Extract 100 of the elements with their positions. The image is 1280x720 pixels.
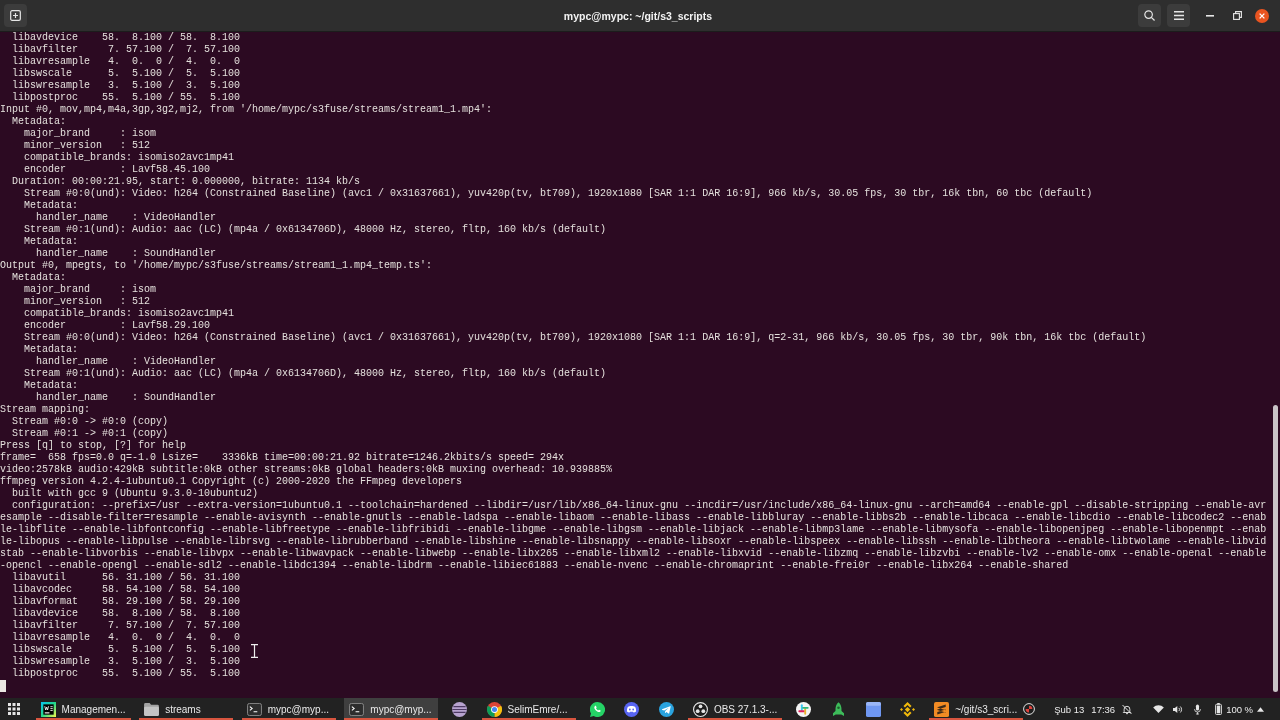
- terminal-line: libswscale 5. 5.100 / 5. 5.100: [12, 68, 241, 79]
- terminal-line: minor_version : 512: [24, 296, 151, 307]
- paper-plane-icon: [658, 701, 674, 717]
- square-icon: [865, 701, 881, 717]
- terminal-line: minor_version : 512: [24, 140, 151, 151]
- terminal-line: ffmpeg version 4.2.4-1ubuntu0.1 Copyright (c) 2000-2020 the FFmpeg developers: [0, 476, 463, 487]
- taskbar-item[interactable]: ~/git/s3_scri...: [929, 698, 1024, 720]
- terminal-line: configuration: --prefix=/usr --extra-version=1ubuntu0.1 --toolchain=hardened --libdir=/usr/lib/x86_64-linux-gnu --incdir=/usr/include/x86_64-linux-gnu --arch=amd64 --enable-gpl --disable-stripping --enable-avr: [12, 500, 1267, 511]
- new-tab-icon: [10, 10, 21, 21]
- terminal-line: libpostproc 55. 5.100 / 55. 5.100: [12, 668, 241, 679]
- terminal-line: Output #0, mpegts, to '/home/mypc/s3fuse/streams/stream1_1.mp4_temp.ts':: [0, 260, 433, 271]
- terminal-cursor: [0, 680, 6, 692]
- terminal-line: video:2578kB audio:429kB subtitle:0kB other streams:0kB global headers:0kB muxing overhead: 10.939885%: [0, 464, 613, 475]
- terminal-line: handler_name : SoundHandler: [36, 248, 217, 259]
- terminal-line: libavutil 56. 31.100 / 56. 31.100: [12, 572, 241, 583]
- diamond-logo-icon: [900, 701, 916, 717]
- terminal-line: libswresample 3. 5.100 / 3. 5.100: [12, 656, 241, 667]
- terminal-line: Metadata:: [24, 380, 79, 391]
- menu-icon: [1173, 11, 1184, 20]
- terminal-line: Stream mapping:: [0, 404, 90, 415]
- three-dot-circle-icon: [692, 701, 708, 717]
- terminal-icon: [246, 702, 262, 716]
- minimize-icon[interactable]: [1206, 14, 1214, 17]
- terminal-line: libavresample 4. 0. 0 / 4. 0. 0: [12, 56, 241, 67]
- terminal-line: major_brand : isom: [24, 284, 157, 295]
- terminal-line: Metadata:: [12, 272, 67, 283]
- bell-off-icon[interactable]: [1122, 703, 1133, 715]
- terminal-line: Metadata:: [24, 200, 79, 211]
- terminal-line: Stream #0:0 -> #0:0 (copy): [12, 416, 169, 427]
- battery-icon[interactable]: [1215, 703, 1223, 715]
- terminal-line: Stream #0:0(und): Video: h264 (Constrained Baseline) (avc1 / 0x31637661), yuv420p(tv, bt709), 1920x1080 [SAR 1:1 DAR 16:9], 966 kb/s, 30.05 fps, 30 tbr, 16k tbn, 60 tbc (default): [24, 188, 1093, 199]
- caret-up-icon[interactable]: [1257, 706, 1265, 712]
- microphone-icon[interactable]: [1194, 703, 1202, 715]
- terminal-line: libavfilter 7. 57.100 / 7. 57.100: [12, 620, 241, 631]
- date[interactable]: Şub 13: [1054, 703, 1085, 715]
- terminal-line: Metadata:: [24, 344, 79, 355]
- terminal-line: libavformat 58. 29.100 / 58. 29.100: [12, 596, 241, 607]
- search-icon: [1144, 10, 1155, 21]
- terminal-line: frame= 658 fps=0.0 q=-1.0 Lsize= 3336kB time=00:00:21.92 bitrate=1246.2kbits/s speed= 294x: [0, 452, 565, 463]
- chat-bubble-icon: [589, 701, 605, 717]
- taskbar-item[interactable]: mypc@myp...: [241, 698, 336, 720]
- record-icon[interactable]: [1023, 703, 1036, 715]
- close-icon[interactable]: [1255, 8, 1269, 23]
- terminal-line: libavfilter 7. 57.100 / 7. 57.100: [12, 44, 241, 55]
- terminal-line: encoder : Lavf58.29.100: [24, 320, 211, 331]
- browser-icon: [486, 701, 502, 717]
- terminal-line: Stream #0:1(und): Audio: aac (LC) (mp4a / 0x6134706D), 48000 Hz, stereo, fltp, 160 kb/s (default): [24, 224, 607, 235]
- stripes-logo-icon: [934, 701, 950, 717]
- terminal-line: libpostproc 55. 5.100 / 55. 5.100: [12, 92, 241, 103]
- terminal-line: le-libopus --enable-libpulse --enable-librsvg --enable-librubberband --enable-libshine --enable-libsnappy --enable-libsoxr --enable-libspeex --enable-libssh --enable-libtheora --enable-libtwolame --enable-libvid: [0, 536, 1267, 547]
- terminal-line: libavdevice 58. 8.100 / 58. 8.100: [12, 32, 241, 43]
- terminal-line: libavcodec 58. 54.100 / 58. 54.100: [12, 584, 241, 595]
- terminal-line: libswscale 5. 5.100 / 5. 5.100: [12, 644, 241, 655]
- controller-face-icon: [624, 701, 640, 717]
- clock[interactable]: 17:36: [1091, 703, 1116, 715]
- i-beam-cursor-icon: [251, 644, 258, 658]
- restore-icon[interactable]: [1232, 11, 1242, 20]
- terminal-icon: [349, 702, 365, 716]
- terminal-line: Duration: 00:00:21.95, start: 0.000000, bitrate: 1134 kb/s: [12, 176, 361, 187]
- wifi-icon[interactable]: [1153, 705, 1165, 713]
- terminal-line: libavdevice 58. 8.100 / 58. 8.100: [12, 608, 241, 619]
- terminal-line: le-libflite --enable-libfontconfig --enable-libfreetype --enable-libfribidi --enable-libgme --enable-libgsm --enable-libjack --enable-libmp3lame --enable-libmysofa --enable-libopenjpeg --enable-libopenmpt --enab: [0, 524, 1267, 535]
- terminal-line: built with gcc 9 (Ubuntu 9.3.0-10ubuntu2): [12, 488, 259, 499]
- menu-button[interactable]: [1167, 4, 1190, 27]
- taskbar-item[interactable]: Managemen...: [35, 698, 131, 720]
- window-title: mypc@mypc: ~/git/s3_scripts: [563, 9, 713, 22]
- taskbar-item[interactable]: SelimEmre/...: [481, 698, 576, 720]
- terminal-line: Press [q] to stop, [?] for help: [0, 440, 187, 451]
- terminal-line: Stream #0:0(und): Video: h264 (Constrained Baseline) (avc1 / 0x31637661), yuv420p(tv, bt709), 1920x1080 [SAR 1:1 DAR 16:9], q=2-31, 966 kb/s, 30.05 fps, 30 tbr, 90k tbn, 16k tbc (default): [24, 332, 1147, 343]
- terminal-line: handler_name : SoundHandler: [36, 392, 217, 403]
- terminal-line: Stream #0:1 -> #0:1 (copy): [12, 428, 169, 439]
- hash-logo-icon: [796, 701, 812, 717]
- taskbar-item[interactable]: mypc@myp...: [344, 698, 439, 720]
- taskbar-item[interactable]: streams: [139, 698, 234, 720]
- rocket-icon: [832, 701, 844, 717]
- terminal-line: Input #0, mov,mp4,m4a,3gp,3g2,mj2, from '/home/mypc/s3fuse/streams/stream1_1.mp4':: [0, 104, 493, 115]
- folder-icon: [144, 702, 160, 716]
- terminal-line: handler_name : VideoHandler: [36, 356, 217, 367]
- terminal-line: compatible_brands: isomiso2avc1mp41: [24, 152, 235, 163]
- terminal-line: compatible_brands: isomiso2avc1mp41: [24, 308, 235, 319]
- terminal-line: handler_name : VideoHandler: [36, 212, 217, 223]
- terminal-line: stab --enable-libvorbis --enable-libvpx --enable-libwavpack --enable-libwebp --enable-libx265 --enable-libxml2 --enable-libxvid --enable-libzmq --enable-libzvbi --enable-lv2 --enable-omx --enable-openal --enable: [0, 548, 1267, 559]
- apps-grid-icon[interactable]: [8, 703, 20, 715]
- new-tab-button[interactable]: [4, 4, 27, 27]
- terminal-line: major_brand : isom: [24, 128, 157, 139]
- search-button[interactable]: [1138, 4, 1161, 27]
- taskbar-item[interactable]: OBS 27.1.3-...: [687, 698, 783, 720]
- terminal-line: Metadata:: [12, 116, 67, 127]
- striped-circle-icon: [452, 701, 468, 717]
- scrollbar[interactable]: [1272, 405, 1278, 692]
- square-logo-icon: [40, 701, 56, 717]
- terminal-line: libavresample 4. 0. 0 / 4. 0. 0: [12, 632, 241, 643]
- terminal-line: encoder : Lavf58.45.100: [24, 164, 211, 175]
- terminal-line: libswresample 3. 5.100 / 3. 5.100: [12, 80, 241, 91]
- terminal-line: Stream #0:1(und): Audio: aac (LC) (mp4a / 0x6134706D), 48000 Hz, stereo, fltp, 160 kb/s (default): [24, 368, 607, 379]
- battery-percentage: 100 %: [1226, 703, 1254, 715]
- volume-icon[interactable]: [1173, 704, 1184, 714]
- terminal-line: esample --disable-filter=resample --enable-avisynth --enable-gnutls --enable-ladspa --enable-libaom --enable-libass --enable-libbluray --enable-libbs2b --enable-libcaca --enable-libcdio --enable-libcodec2 --enab: [0, 512, 1267, 523]
- terminal-line: Metadata:: [24, 236, 79, 247]
- terminal-line: -opencl --enable-opengl --enable-sdl2 --enable-libdc1394 --enable-libdrm --enable-libiec61883 --enable-nvenc --enable-chromaprint --enable-frei0r --enable-libx264 --enable-shared: [0, 560, 1069, 571]
